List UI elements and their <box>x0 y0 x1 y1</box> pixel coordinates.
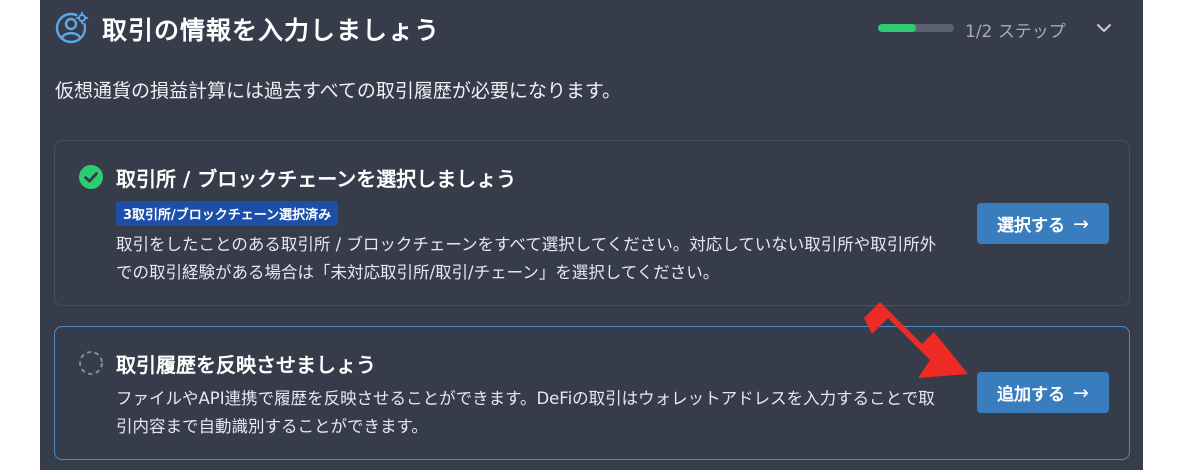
check-circle-icon <box>78 164 104 190</box>
add-button[interactable]: 追加する → <box>977 372 1109 413</box>
panel-subtitle: 仮想通貨の損益計算には過去すべての取引履歴が必要になります。 <box>55 80 622 102</box>
status-badge: 3取引所/ブロックチェーン選択済み <box>116 201 339 226</box>
arrow-right-icon: → <box>1073 212 1089 235</box>
step-counter: 1/2 ステップ <box>965 22 1066 42</box>
step-card-title: 取引所 / ブロックチェーンを選択しましょう <box>116 167 517 191</box>
user-settings-icon <box>55 11 89 45</box>
step-progress-bar <box>878 24 954 32</box>
red-arrow-icon <box>864 302 968 378</box>
step-card-select-exchange: 取引所 / ブロックチェーンを選択しましょう 3取引所/ブロックチェーン選択済み… <box>54 140 1130 306</box>
page-title: 取引の情報を入力しましょう <box>102 16 441 45</box>
dashed-circle-icon <box>78 350 104 376</box>
add-button-label: 追加する <box>997 385 1066 405</box>
chevron-down-icon[interactable] <box>1092 16 1116 40</box>
step-card-description: 取引をしたことのある取引所 / ブロックチェーンをすべて選択してください。対応し… <box>116 235 937 282</box>
panel-header: 取引の情報を入力しましょう 1/2 ステップ <box>40 0 1143 60</box>
step-progress-fill <box>878 24 916 32</box>
select-button-label: 選択する <box>997 216 1066 236</box>
step-card-description: ファイルやAPI連携で履歴を反映させることができます。DeFiの取引はウォレット… <box>116 389 935 436</box>
onboarding-panel: 取引の情報を入力しましょう 1/2 ステップ 仮想通貨の損益計算には過去すべての… <box>40 0 1143 470</box>
select-button[interactable]: 選択する → <box>977 203 1109 244</box>
arrow-right-icon: → <box>1073 381 1089 404</box>
step-card-title: 取引履歴を反映させましょう <box>116 353 376 377</box>
